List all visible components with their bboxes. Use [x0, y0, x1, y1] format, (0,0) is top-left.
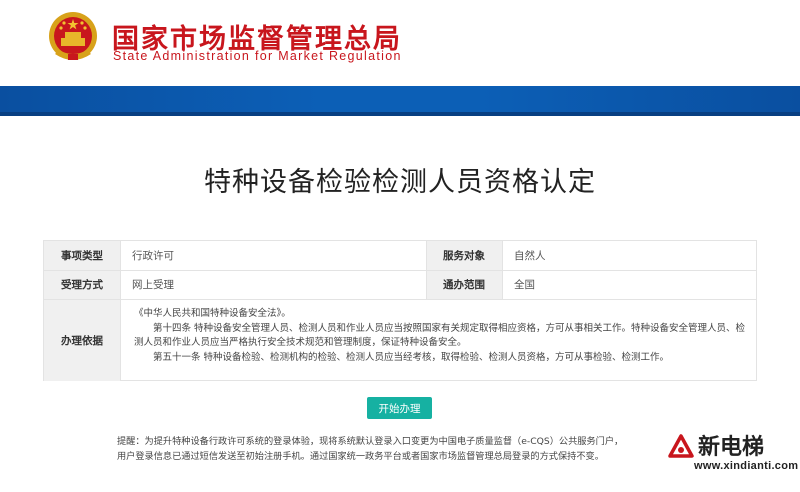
start-button[interactable]: 开始办理 [367, 397, 432, 419]
national-emblem-icon [49, 12, 97, 60]
type-label: 事项类型 [44, 241, 120, 270]
watermark-url: www.xindianti.com [694, 460, 799, 472]
col-divider [426, 241, 427, 299]
info-table: 事项类型 行政许可 服务对象 自然人 受理方式 网上受理 通办范围 全国 办理依… [43, 240, 757, 381]
login-notice: 提醒：为提升特种设备行政许可系统的登录体验，现将系统默认登录入口变更为中国电子质… [117, 434, 677, 464]
basis-label: 办理依据 [44, 299, 120, 381]
method-label: 受理方式 [44, 270, 120, 299]
org-name-en: State Administration for Market Regulati… [113, 49, 402, 63]
col-divider [502, 241, 503, 299]
nav-bar [0, 86, 800, 116]
scope-value: 全国 [514, 279, 535, 291]
basis-article-14: 第十四条 特种设备安全管理人员、检测人员和作业人员应当按照国家有关规定取得相应资… [134, 322, 746, 349]
target-label: 服务对象 [426, 241, 502, 270]
basis-article-51: 第五十一条 特种设备检验、检测机构的检验、检测人员应当经考核，取得检验、检测人员… [153, 351, 670, 363]
row-divider [44, 299, 756, 300]
scope-label: 通办范围 [426, 270, 502, 299]
basis-text: 《中华人民共和国特种设备安全法》。 第十四条 特种设备安全管理人员、检测人员和作… [120, 299, 757, 381]
col-divider [120, 241, 121, 381]
notice-line-1: 提醒：为提升特种设备行政许可系统的登录体验，现将系统默认登录入口变更为中国电子质… [117, 436, 624, 447]
row-divider [44, 270, 756, 271]
page-title: 特种设备检验检测人员资格认定 [204, 167, 596, 198]
notice-line-2: 用户登录信息已通过短信发送至初始注册手机。通过国家统一政务平台或者国家市场监督管… [117, 451, 604, 462]
type-value: 行政许可 [132, 250, 174, 262]
target-value: 自然人 [514, 250, 546, 262]
watermark-text: 新电梯 [698, 435, 765, 460]
watermark: 新电梯 www.xindianti.com [664, 424, 798, 484]
site-header: 国家市场监督管理总局 State Administration for Mark… [0, 0, 800, 86]
elevator-logo-icon [668, 434, 694, 458]
basis-law: 《中华人民共和国特种设备安全法》。 [134, 308, 291, 319]
method-value: 网上受理 [132, 279, 174, 291]
